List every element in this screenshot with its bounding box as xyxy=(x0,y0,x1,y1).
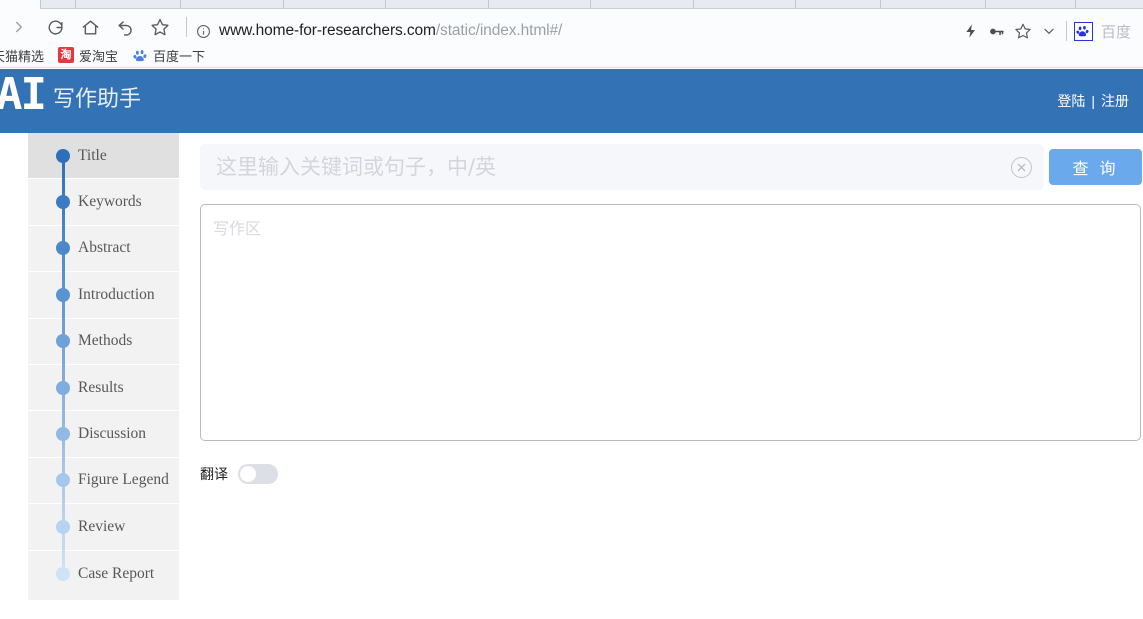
sidebar-item-label: Figure Legend xyxy=(78,471,169,489)
baidu-extension-button[interactable]: 百度 xyxy=(1073,21,1131,42)
tab-separator xyxy=(693,0,694,9)
sidebar-item-introduction[interactable]: Introduction xyxy=(28,272,179,319)
sidebar-item-methods[interactable]: Methods xyxy=(28,319,179,365)
search-input[interactable] xyxy=(214,154,1008,180)
tab-separator xyxy=(985,0,986,9)
sidebar-item-label: Abstract xyxy=(78,239,131,257)
register-link[interactable]: 注册 xyxy=(1101,91,1129,111)
sidebar-item-keywords[interactable]: Keywords xyxy=(28,179,179,226)
bookmark-bar: 天猫精选 淘 爱淘宝 百度一下 xyxy=(0,43,1143,68)
sidebar-item-review[interactable]: Review xyxy=(28,504,179,551)
sidebar-item-label: Review xyxy=(78,517,126,535)
undo-icon[interactable] xyxy=(114,16,136,38)
sidebar-item-case-report[interactable]: Case Report xyxy=(28,551,179,597)
bookmark-tmall[interactable]: 天猫精选 xyxy=(0,46,44,65)
bookmark-label: 百度一下 xyxy=(153,48,206,64)
flash-icon[interactable] xyxy=(958,19,984,43)
tab-separator xyxy=(385,0,386,9)
bookmark-label: 天猫精选 xyxy=(0,48,45,64)
logo-text: 写作助手 xyxy=(52,87,141,112)
taobao-icon: 淘 xyxy=(58,47,75,63)
sidebar-dot-icon xyxy=(56,148,70,163)
sidebar-item-figure-legend[interactable]: Figure Legend xyxy=(28,458,179,505)
sidebar-item-label: Discussion xyxy=(78,425,147,443)
bookmark-aitaobao[interactable]: 淘 爱淘宝 xyxy=(58,46,118,65)
tab-separator xyxy=(1075,0,1076,9)
reload-icon[interactable] xyxy=(44,16,66,38)
baidu-extension-label: 百度 xyxy=(1100,23,1131,41)
translate-toggle-switch[interactable] xyxy=(238,464,278,484)
home-icon[interactable] xyxy=(79,16,101,38)
sidebar-item-abstract[interactable]: Abstract xyxy=(28,226,179,273)
toolbar-right-icons: 百度 xyxy=(958,18,1143,44)
url-bar-divider xyxy=(186,17,187,37)
info-circle-icon[interactable] xyxy=(196,24,211,39)
bookmark-star-icon[interactable] xyxy=(149,16,171,38)
sidebar-dot-icon xyxy=(56,195,70,210)
tab-separator xyxy=(795,0,796,9)
favorite-star-icon[interactable] xyxy=(1010,19,1036,43)
auth-links: 登陆 | 注册 xyxy=(1057,69,1129,133)
writing-area-textarea[interactable] xyxy=(200,204,1141,441)
clear-circle-icon[interactable] xyxy=(1011,156,1032,178)
tab-separator xyxy=(283,0,284,9)
url-path: /static/index.html#/ xyxy=(435,22,563,39)
browser-toolbar: www.home-for-researchers.com/static/inde… xyxy=(0,9,1143,43)
sidebar-item-label: Case Report xyxy=(78,564,155,582)
search-input-wrapper xyxy=(200,144,1044,190)
sidebar-dot-icon xyxy=(56,334,70,349)
password-key-icon[interactable] xyxy=(984,19,1010,43)
sidebar-item-label: Methods xyxy=(78,332,133,350)
toggle-knob xyxy=(240,466,256,482)
tab-separator xyxy=(590,0,591,9)
app-header: AI 写作助手 登陆 | 注册 xyxy=(0,69,1143,133)
sidebar-dot-icon xyxy=(56,241,70,256)
baidu-paw-icon xyxy=(132,47,148,63)
url-bar[interactable]: www.home-for-researchers.com/static/inde… xyxy=(196,18,562,44)
tab-separator xyxy=(40,0,41,9)
chevron-down-icon[interactable] xyxy=(1036,19,1062,43)
sidebar-dot-icon xyxy=(56,519,70,534)
forward-icon[interactable] xyxy=(8,16,30,38)
tab-strip-left-edge xyxy=(0,0,40,9)
tab-separator xyxy=(488,0,489,9)
main-content: 查 询 翻译 xyxy=(200,133,1143,484)
sidebar-dot-icon xyxy=(56,427,70,442)
bookmark-label: 爱淘宝 xyxy=(79,48,119,64)
browser-tab-strip[interactable] xyxy=(0,0,1143,9)
sidebar-item-label: Results xyxy=(78,378,124,396)
sidebar-dot-icon xyxy=(56,287,70,302)
tab-separator xyxy=(75,0,76,9)
section-sidebar: Title Keywords Abstract Introduction Met… xyxy=(28,133,179,600)
sidebar-item-discussion[interactable]: Discussion xyxy=(28,411,179,458)
browser-chrome: www.home-for-researchers.com/static/inde… xyxy=(0,0,1143,68)
translate-row: 翻译 xyxy=(200,464,1143,484)
tab-separator xyxy=(880,0,881,9)
logo-mark: AI xyxy=(0,69,47,120)
bookmark-baidu[interactable]: 百度一下 xyxy=(132,46,205,65)
sidebar-dot-icon xyxy=(56,566,70,581)
sidebar-item-label: Title xyxy=(78,146,107,164)
sidebar-dot-icon xyxy=(56,380,70,395)
auth-separator: | xyxy=(1091,93,1095,109)
sidebar-timeline-connector xyxy=(61,156,65,574)
app-logo[interactable]: AI 写作助手 xyxy=(0,69,141,133)
sidebar-dot-icon xyxy=(56,473,70,488)
search-button[interactable]: 查 询 xyxy=(1049,149,1142,185)
toolbar-divider xyxy=(1065,21,1067,41)
baidu-paw-icon xyxy=(1073,21,1093,41)
search-row: 查 询 xyxy=(200,144,1143,190)
login-link[interactable]: 登陆 xyxy=(1057,91,1085,111)
url-host: www.home-for-researchers.com xyxy=(219,22,436,39)
sidebar-item-label: Introduction xyxy=(78,285,155,303)
sidebar-item-label: Keywords xyxy=(78,193,142,211)
sidebar-item-title[interactable]: Title xyxy=(28,133,179,180)
translate-label: 翻译 xyxy=(200,467,228,483)
tab-separator xyxy=(180,0,181,9)
sidebar-item-results[interactable]: Results xyxy=(28,365,179,412)
